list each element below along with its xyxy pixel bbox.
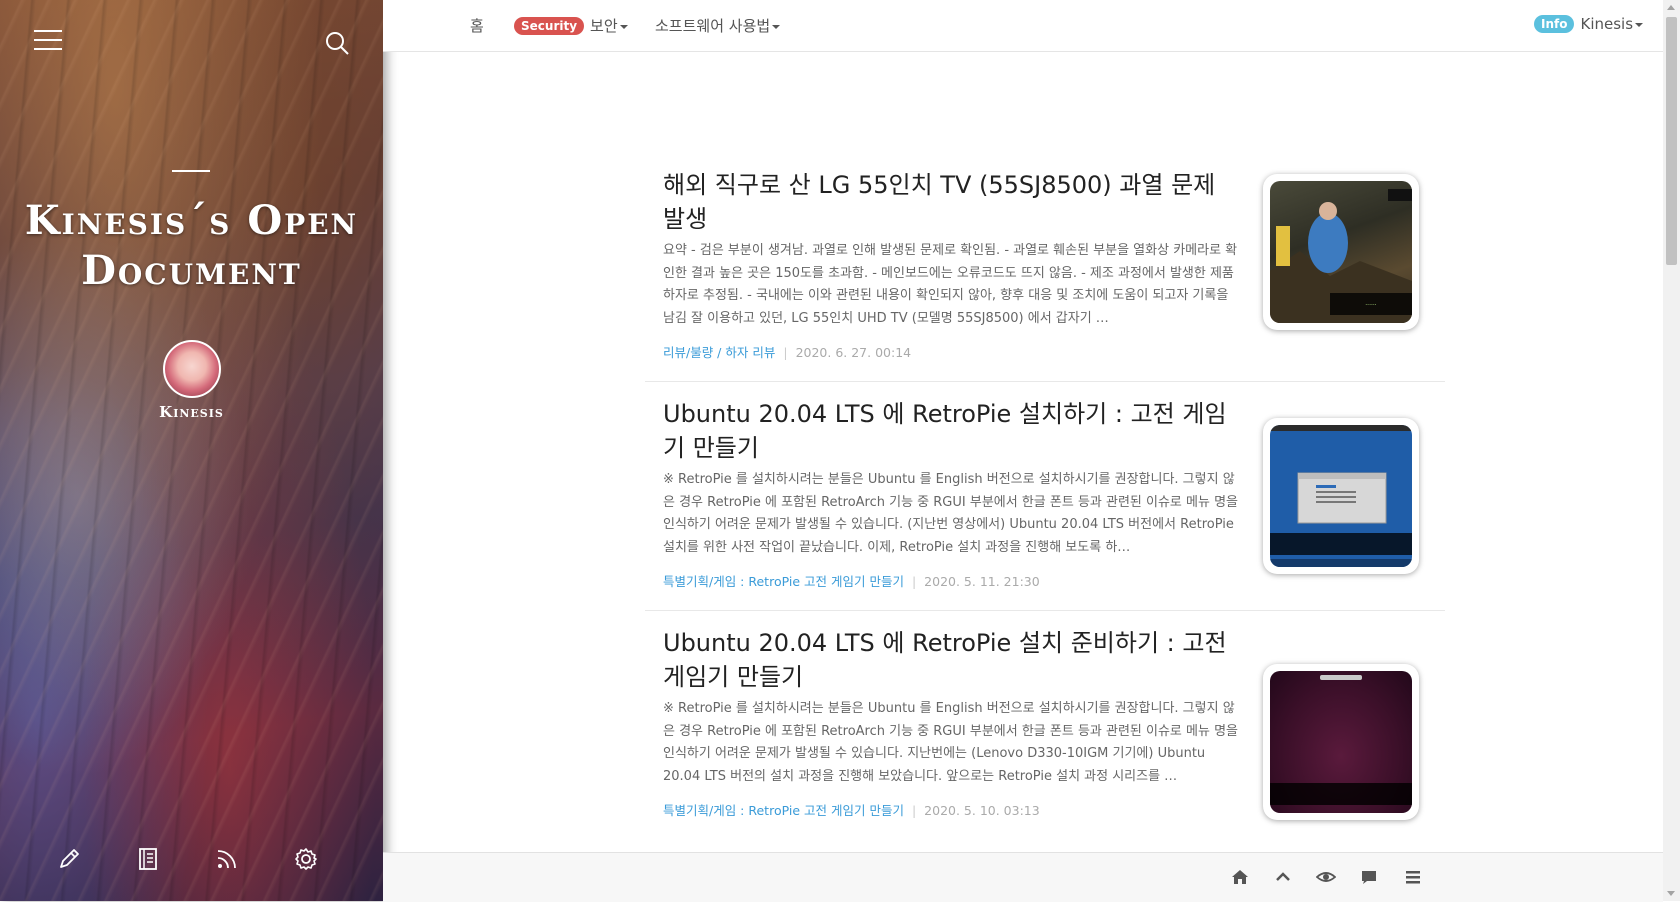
- post-summary[interactable]: ※ RetroPie 를 설치하시려는 분들은 Ubuntu 를 English…: [663, 469, 1243, 557]
- search-icon[interactable]: [324, 30, 350, 56]
- post-date: 2020. 6. 27. 00:14: [795, 345, 912, 360]
- post-meta: 특별기획/게임 : RetroPie 고전 게임기 만들기 | 2020. 5. 1…: [663, 574, 1040, 589]
- pencil-icon[interactable]: [56, 846, 82, 872]
- post-title[interactable]: Ubuntu 20.04 LTS 에 RetroPie 설치 준비하기 : 고전…: [663, 626, 1243, 694]
- post-title[interactable]: 해외 직구로 산 LG 55인치 TV (55SJ8500) 과열 문제 발생: [663, 168, 1243, 236]
- post-title[interactable]: Ubuntu 20.04 LTS 에 RetroPie 설치하기 : 고전 게임…: [663, 397, 1243, 465]
- comment-icon[interactable]: [1359, 867, 1379, 887]
- top-navigation: 홈 Security 보안 소프트웨어 사용법 Info Kinesis: [383, 0, 1663, 52]
- post-summary[interactable]: 요약 - 검은 부분이 생겨남. 과열로 인해 발생된 문제로 확인됨. - 과…: [663, 240, 1243, 328]
- tv-review-thumbnail: ······: [1270, 181, 1412, 323]
- author-name[interactable]: Kinesis: [0, 403, 383, 421]
- blog-title[interactable]: Kinesis´s Open Document: [0, 196, 383, 296]
- sidebar-background: [0, 0, 383, 901]
- nav-home[interactable]: 홈: [470, 15, 484, 36]
- post-category[interactable]: 리뷰/불량 / 하자 리뷰: [663, 345, 775, 360]
- scroll-up-arrow-icon[interactable]: [1667, 5, 1675, 10]
- security-badge: Security: [514, 17, 585, 35]
- chevron-down-icon: [619, 24, 628, 29]
- nav-software[interactable]: 소프트웨어 사용법: [655, 15, 781, 36]
- eye-icon[interactable]: [1315, 867, 1337, 887]
- scroll-down-arrow-icon[interactable]: [1667, 891, 1675, 896]
- post-category[interactable]: 특별기획/게임 : RetroPie 고전 게임기 만들기: [663, 803, 904, 818]
- gear-icon[interactable]: [293, 846, 319, 872]
- ubuntu-terminal-thumbnail: [1270, 671, 1412, 813]
- post-divider: [645, 610, 1445, 611]
- post-meta: 리뷰/불량 / 하자 리뷰 | 2020. 6. 27. 00:14: [663, 345, 912, 360]
- info-badge: Info: [1534, 15, 1575, 33]
- post-thumbnail[interactable]: [1263, 418, 1419, 574]
- nav-user-label: Kinesis: [1580, 15, 1634, 33]
- sidebar: Kinesis´s Open Document Kinesis: [0, 0, 383, 901]
- hamburger-icon[interactable]: [34, 30, 62, 52]
- scroll-thumb[interactable]: [1666, 17, 1677, 265]
- retropie-setup-thumbnail: [1270, 425, 1412, 567]
- title-divider: [172, 170, 210, 172]
- bottom-toolbar: [383, 852, 1663, 902]
- chevron-up-icon[interactable]: [1273, 867, 1293, 887]
- chevron-down-icon: [772, 24, 781, 29]
- nav-user-menu[interactable]: Info Kinesis: [1534, 15, 1644, 33]
- chevron-down-icon: [1635, 22, 1644, 27]
- svg-text:······: ······: [1365, 302, 1377, 309]
- post-thumbnail[interactable]: [1263, 664, 1419, 820]
- nav-home-label: 홈: [470, 17, 484, 35]
- home-icon[interactable]: [1230, 867, 1250, 887]
- nav-software-label: 소프트웨어 사용법: [655, 17, 771, 35]
- post-divider: [645, 381, 1445, 382]
- avatar[interactable]: [163, 340, 221, 398]
- post-thumbnail[interactable]: ······: [1263, 174, 1419, 330]
- post-summary[interactable]: ※ RetroPie 를 설치하시려는 분들은 Ubuntu 를 English…: [663, 698, 1243, 786]
- post-category[interactable]: 특별기획/게임 : RetroPie 고전 게임기 만들기: [663, 574, 904, 589]
- post-date: 2020. 5. 10. 03:13: [924, 803, 1040, 818]
- sidebar-toolbar: [0, 846, 383, 876]
- book-icon[interactable]: [135, 846, 161, 872]
- post-meta: 특별기획/게임 : RetroPie 고전 게임기 만들기 | 2020. 5. 1…: [663, 803, 1040, 818]
- post-date: 2020. 5. 11. 21:30: [924, 574, 1040, 589]
- list-icon[interactable]: [1403, 867, 1423, 887]
- page-scrollbar[interactable]: [1663, 0, 1680, 901]
- nav-security-label: 보안: [590, 17, 618, 35]
- rss-icon[interactable]: [214, 846, 240, 872]
- nav-security[interactable]: Security 보안: [514, 15, 628, 36]
